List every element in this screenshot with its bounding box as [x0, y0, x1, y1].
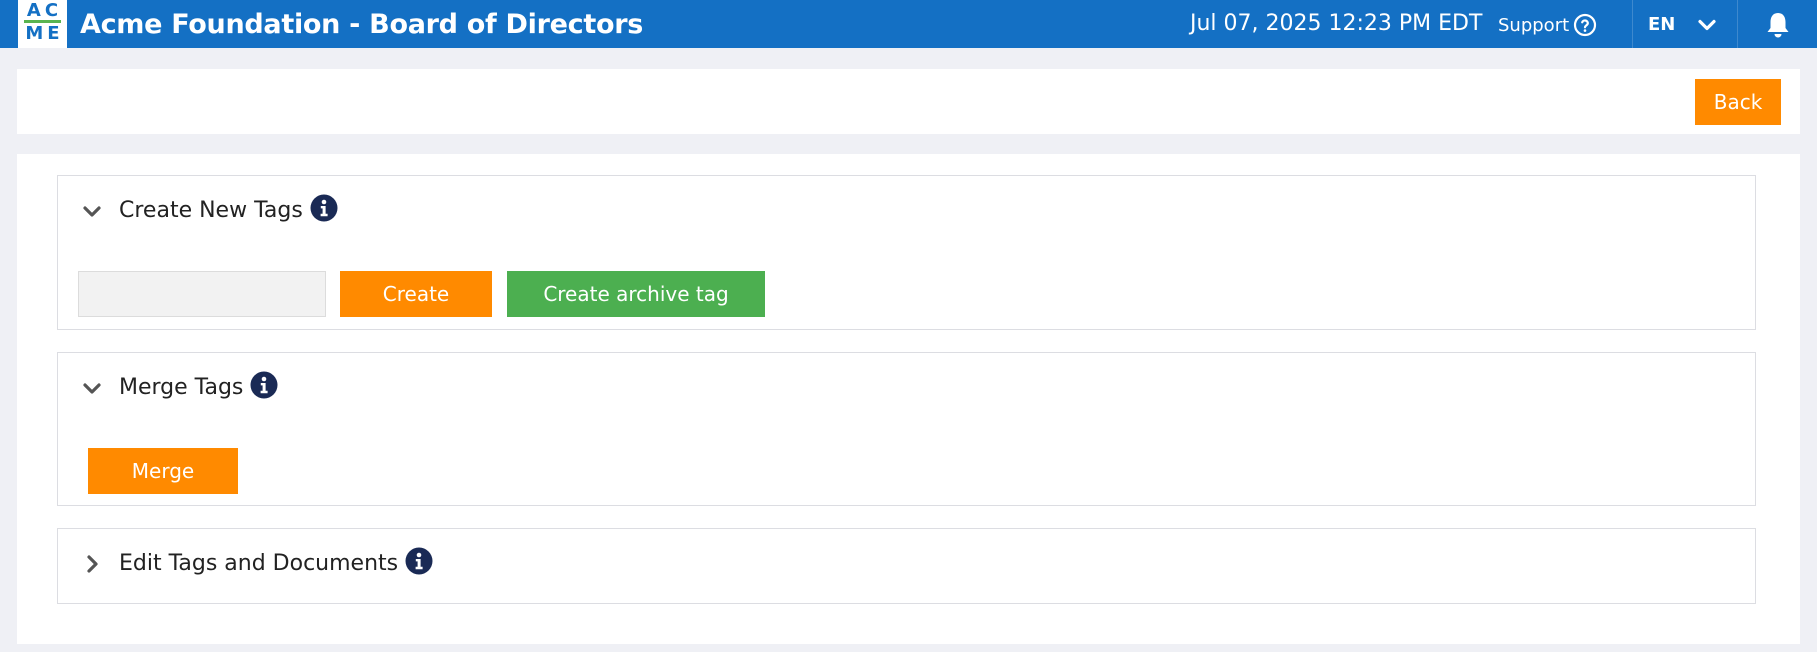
chevron-down-icon[interactable]	[1697, 15, 1717, 35]
app-title: Acme Foundation - Board of Directors	[80, 9, 644, 40]
section-title: Merge Tags	[119, 375, 244, 400]
create-tags-section: Create New Tags Create Create archive ta…	[57, 175, 1756, 330]
back-button[interactable]: Back	[1695, 79, 1781, 125]
help-circle-icon	[1574, 13, 1597, 37]
info-icon[interactable]	[310, 194, 338, 222]
merge-button[interactable]: Merge	[88, 448, 238, 494]
tags-panel: Create New Tags Create Create archive ta…	[17, 154, 1800, 644]
info-icon[interactable]	[405, 547, 433, 575]
logo-text-bottom: ME	[25, 23, 64, 44]
section-title: Edit Tags and Documents	[119, 551, 399, 576]
chevron-down-icon	[83, 205, 101, 217]
logo-text-top: AC	[26, 0, 63, 21]
action-bar: Back	[17, 69, 1800, 134]
chevron-right-icon	[87, 554, 98, 573]
chevron-down-icon	[83, 382, 101, 394]
top-bar: AC ME Acme Foundation - Board of Directo…	[0, 0, 1817, 48]
new-tag-input[interactable]	[78, 271, 326, 317]
merge-tags-section: Merge Tags Merge	[57, 352, 1756, 506]
header-divider	[1737, 0, 1738, 48]
edit-tags-header[interactable]: Edit Tags and Documents	[80, 547, 433, 576]
bell-icon[interactable]	[1763, 10, 1793, 40]
create-tags-header[interactable]: Create New Tags	[80, 194, 338, 223]
acme-logo[interactable]: AC ME	[18, 0, 67, 48]
support-label: Support	[1498, 14, 1570, 36]
edit-tags-section: Edit Tags and Documents	[57, 528, 1756, 604]
merge-tags-header[interactable]: Merge Tags	[80, 371, 278, 400]
create-button[interactable]: Create	[340, 271, 492, 317]
header-divider	[1632, 0, 1633, 48]
create-archive-tag-button[interactable]: Create archive tag	[507, 271, 765, 317]
language-selector[interactable]: EN	[1648, 14, 1675, 35]
info-icon[interactable]	[250, 371, 278, 399]
support-link[interactable]: Support	[1498, 13, 1597, 37]
current-datetime: Jul 07, 2025 12:23 PM EDT	[1190, 11, 1483, 36]
section-title: Create New Tags	[119, 198, 303, 223]
